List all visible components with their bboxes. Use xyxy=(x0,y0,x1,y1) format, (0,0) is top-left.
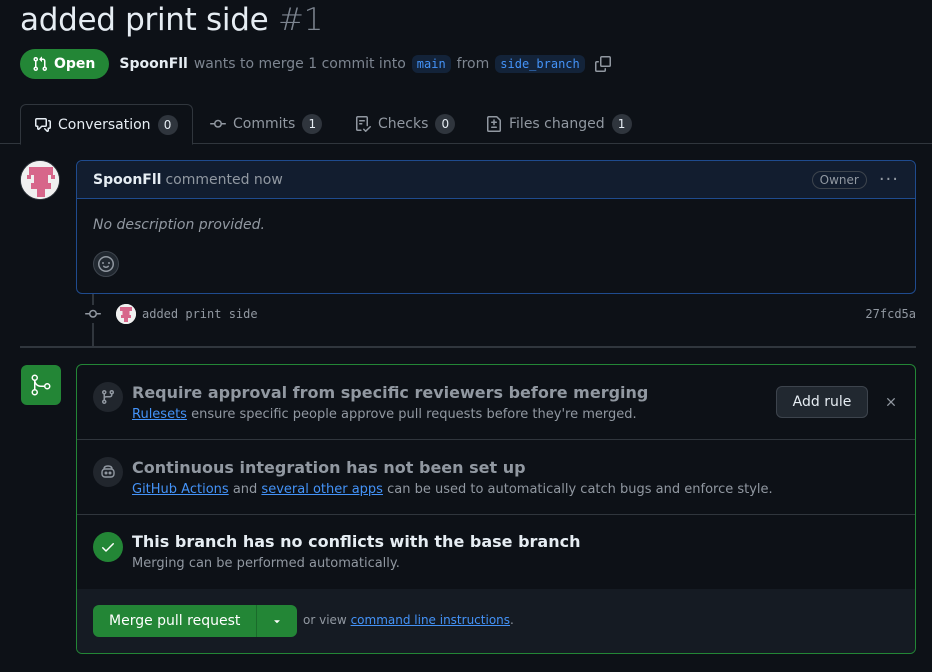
ruleset-icon-circle xyxy=(93,382,123,412)
tab-commits-count: 1 xyxy=(302,114,323,134)
copy-icon xyxy=(594,56,611,72)
kebab-horizontal-icon[interactable]: ··· xyxy=(879,169,899,190)
commit-node xyxy=(84,305,102,323)
commit-author-avatar[interactable] xyxy=(116,304,136,324)
cli-hint: or view command line instructions. xyxy=(303,613,514,627)
identicon-avatar xyxy=(21,161,59,199)
github-actions-link[interactable]: GitHub Actions xyxy=(132,482,229,497)
git-pull-request-icon xyxy=(33,56,48,72)
tab-commits[interactable]: Commits 1 xyxy=(196,104,336,144)
merge-status-icon xyxy=(21,365,61,405)
tab-conversation-label: Conversation xyxy=(58,116,151,133)
tab-conversation[interactable]: Conversation 0 xyxy=(20,104,193,145)
timeline-divider xyxy=(20,346,916,348)
other-apps-link[interactable]: several other apps xyxy=(261,482,383,497)
merge-options-dropdown[interactable] xyxy=(257,605,298,637)
from-text: from xyxy=(456,56,490,72)
avatar[interactable] xyxy=(20,160,60,200)
git-merge-icon xyxy=(31,374,51,396)
merge-text: wants to merge 1 commit into xyxy=(193,56,406,72)
commit-message-link[interactable]: added print side xyxy=(142,307,258,321)
close-icon xyxy=(887,398,895,406)
pr-tabs: Conversation 0 Commits 1 Checks 0 Files … xyxy=(0,104,932,145)
conflicts-desc: Merging can be performed automatically. xyxy=(132,556,400,571)
comment-body: No description provided. xyxy=(93,217,265,233)
status-label: Open xyxy=(54,56,96,72)
copy-branch-button[interactable] xyxy=(594,56,611,72)
identicon-avatar xyxy=(116,304,136,324)
merge-box: Require approval from specific reviewers… xyxy=(76,364,916,654)
add-reaction-button[interactable] xyxy=(93,251,119,277)
pr-description-comment: SpoonFll commented now Owner ··· No desc… xyxy=(76,160,916,294)
git-branch-icon xyxy=(101,390,114,405)
pr-author-link[interactable]: SpoonFll xyxy=(119,56,187,72)
tab-files-changed[interactable]: Files changed 1 xyxy=(472,104,646,144)
ruleset-section: Require approval from specific reviewers… xyxy=(77,365,915,440)
ci-section: Continuous integration has not been set … xyxy=(77,440,915,515)
git-commit-icon xyxy=(210,119,226,128)
git-commit-icon xyxy=(85,309,101,318)
commit-sha-link[interactable]: 27fcd5a xyxy=(865,307,916,321)
dismiss-button[interactable] xyxy=(883,393,899,411)
file-diff-icon xyxy=(487,116,501,132)
pr-title-text: added print side xyxy=(20,2,269,38)
rulesets-link[interactable]: Rulesets xyxy=(132,407,187,422)
status-badge: Open xyxy=(20,49,110,79)
commit-row: added print side 27fcd5a xyxy=(84,302,916,326)
tab-checks-count: 0 xyxy=(435,114,456,134)
copilot-icon xyxy=(101,465,115,478)
tab-files-changed-label: Files changed xyxy=(509,116,605,132)
tab-checks-label: Checks xyxy=(378,116,429,132)
ruleset-desc: Rulesets ensure specific people approve … xyxy=(132,407,637,422)
checklist-icon xyxy=(356,116,371,132)
pr-title: added print side #1 xyxy=(20,2,323,38)
merge-pull-request-button[interactable]: Merge pull request xyxy=(93,605,258,637)
comment-discussion-icon xyxy=(35,117,51,132)
head-branch-link[interactable]: side_branch xyxy=(495,55,585,73)
comment-timestamp[interactable]: commented now xyxy=(165,172,282,188)
comment-author-link[interactable]: SpoonFll xyxy=(93,172,161,188)
ci-title: Continuous integration has not been set … xyxy=(132,458,526,477)
ruleset-desc-text: ensure specific people approve pull requ… xyxy=(191,407,637,422)
check-circle xyxy=(93,532,123,562)
owner-badge: Owner xyxy=(811,170,867,189)
tab-conversation-count: 0 xyxy=(157,114,178,135)
tab-files-changed-count: 1 xyxy=(611,114,632,134)
pr-meta: Open SpoonFll wants to merge 1 commit in… xyxy=(20,49,611,79)
add-rule-button[interactable]: Add rule xyxy=(776,386,868,418)
merge-footer: Merge pull request or view command line … xyxy=(77,589,915,653)
merge-button-group: Merge pull request xyxy=(93,605,298,637)
conflicts-title: This branch has no conflicts with the ba… xyxy=(132,532,581,551)
smiley-icon xyxy=(98,256,114,272)
command-line-link[interactable]: command line instructions xyxy=(351,613,510,627)
tab-checks[interactable]: Checks 0 xyxy=(341,104,469,144)
pr-number: #1 xyxy=(277,2,324,38)
conflicts-section: This branch has no conflicts with the ba… xyxy=(77,515,915,589)
ci-desc-text: can be used to automatically catch bugs … xyxy=(387,482,773,497)
base-branch-link[interactable]: main xyxy=(411,55,451,73)
triangle-down-icon xyxy=(274,620,281,624)
ci-desc: GitHub Actions and several other apps ca… xyxy=(132,482,773,497)
ci-icon-circle xyxy=(93,457,123,487)
or-view-text: or view xyxy=(303,613,347,627)
comment-header: SpoonFll commented now Owner ··· xyxy=(77,161,915,199)
check-icon xyxy=(102,543,114,552)
period-text: . xyxy=(510,613,514,627)
ci-and: and xyxy=(232,482,258,497)
ruleset-title: Require approval from specific reviewers… xyxy=(132,383,649,402)
tab-commits-label: Commits xyxy=(233,116,296,132)
